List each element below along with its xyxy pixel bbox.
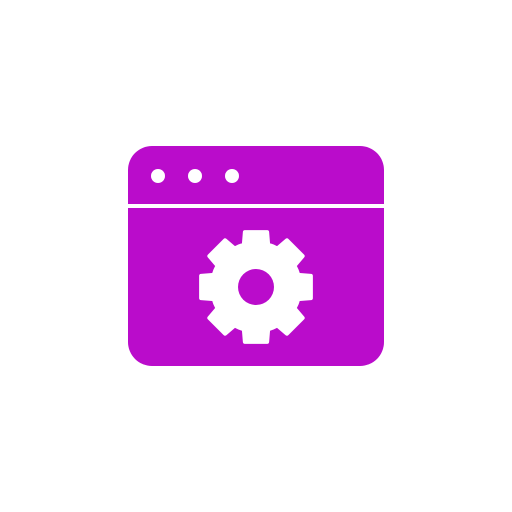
gear-hole	[238, 269, 274, 305]
browser-window-settings-icon	[128, 146, 384, 366]
window-dot-icon	[151, 169, 165, 183]
gear-icon	[199, 230, 313, 344]
icon-canvas	[0, 0, 512, 512]
window-dot-icon	[225, 169, 239, 183]
window-dot-icon	[188, 169, 202, 183]
title-bar-divider	[128, 204, 384, 208]
